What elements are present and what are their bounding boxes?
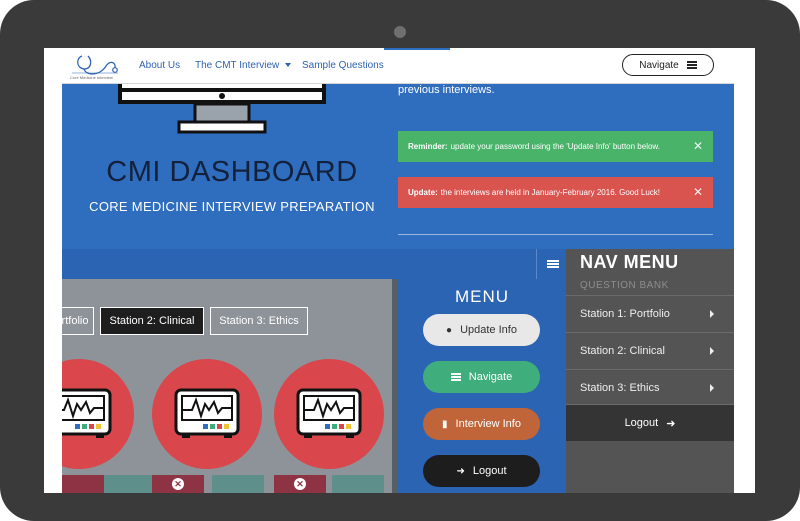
divider [398,234,713,235]
navigate-button[interactable]: Navigate [423,361,540,393]
chevron-right-icon [710,384,714,392]
toolbar-strip [62,249,566,279]
station-panel: rtfolio Station 2: Clinical Station 3: E… [62,279,398,493]
sidebar-logout-label: Logout [624,417,659,429]
monitor-icon [118,84,326,134]
sidebar-toggle-button[interactable] [536,249,567,279]
logout-icon: ➜ [666,417,676,430]
page-subtitle: CORE MEDICINE INTERVIEW PREPARATION [89,199,375,214]
check-tile[interactable] [212,475,264,493]
menu-icon [686,61,697,69]
ecg-monitor-icon [174,388,240,438]
delete-tile[interactable] [62,475,104,493]
menu-icon [547,260,559,268]
nav-menu-title: NAV MENU [580,252,679,272]
nav-accent-bar [384,48,450,50]
check-tile[interactable] [332,475,384,493]
page-title: CMI DASHBOARD [106,156,358,188]
delete-tile[interactable]: ✕ [274,475,326,493]
ecg-monitor-icon [296,388,362,438]
nav-link-sample-questions[interactable]: Sample Questions [302,60,384,71]
button-label: Logout [472,465,507,477]
update-alert: Update: the interviews are held in Janua… [398,177,713,208]
navigate-top-button[interactable]: Navigate [622,54,714,76]
app: Core Medicine Interview About Us The CMT… [62,48,734,493]
station-card[interactable] [152,359,262,469]
top-navbar: Core Medicine Interview About Us The CMT… [62,48,734,84]
check-tile[interactable] [104,475,156,493]
sidebar-item-label: Station 1: Portfolio [580,307,670,320]
chevron-right-icon [710,310,714,318]
sidebar-item-label: Station 2: Clinical [580,344,665,357]
close-icon[interactable]: ✕ [693,185,703,199]
station-panel-inner: rtfolio Station 2: Clinical Station 3: E… [62,279,392,493]
delete-tile[interactable]: ✕ [152,475,204,493]
close-icon: ✕ [294,478,306,490]
close-icon: ✕ [172,478,184,490]
sidebar-item-station-2[interactable]: Station 2: Clinical [566,332,734,368]
nav-link-about-us[interactable]: About Us [139,60,180,71]
close-icon[interactable]: ✕ [693,139,703,153]
navigate-top-label: Navigate [639,59,679,71]
menu-icon [450,373,461,381]
station-card[interactable] [62,359,134,469]
menu-panel: MENU ● Update Info Navigate ▮ Interview … [398,279,566,493]
intro-text: previous interviews. [398,84,495,96]
chevron-down-icon [285,63,292,68]
sidebar-item-station-1[interactable]: Station 1: Portfolio [566,295,734,331]
nav-menu-subtitle: QUESTION BANK [580,280,669,291]
reminder-alert: Reminder: update your password using the… [398,131,713,162]
interview-info-button[interactable]: ▮ Interview Info [423,408,540,440]
hero-section: CMI DASHBOARD CORE MEDICINE INTERVIEW PR… [62,84,734,249]
tab-station-3[interactable]: Station 3: Ethics [210,307,308,335]
laptop-frame: Core Medicine Interview About Us The CMT… [0,0,800,521]
ecg-monitor-icon [62,388,112,438]
alert-label: Update: [408,188,438,197]
tab-station-1[interactable]: rtfolio [62,307,94,335]
nav-menu-sidebar: NAV MENU QUESTION BANK Station 1: Portfo… [566,249,734,493]
nav-link-cmt-interview[interactable]: The CMT Interview [195,60,292,71]
logo-text: Core Medicine Interview [70,75,113,80]
alert-text: update your password using the 'Update I… [450,142,660,151]
screen: Core Medicine Interview About Us The CMT… [44,48,755,493]
station-card[interactable] [274,359,384,469]
button-label: Interview Info [455,418,521,430]
camera-icon [394,26,406,38]
chevron-right-icon [710,347,714,355]
alert-label: Reminder: [408,142,448,151]
tab-station-2[interactable]: Station 2: Clinical [100,307,204,335]
sidebar-item-label: Station 3: Ethics [580,381,660,394]
sidebar-item-station-3[interactable]: Station 3: Ethics [566,369,734,405]
sidebar-logout-button[interactable]: Logout ➜ [566,404,734,441]
logout-button[interactable]: ➜ Logout [423,455,540,487]
button-label: Update Info [460,324,517,336]
nav-link-label: The CMT Interview [195,60,280,71]
menu-title: MENU [454,287,510,306]
book-icon: ▮ [442,418,448,430]
update-info-button[interactable]: ● Update Info [423,314,540,346]
alert-text: the interviews are held in January-Febru… [440,188,661,197]
user-icon: ● [446,324,453,336]
logout-icon: ➜ [456,465,465,477]
button-label: Navigate [468,371,513,383]
